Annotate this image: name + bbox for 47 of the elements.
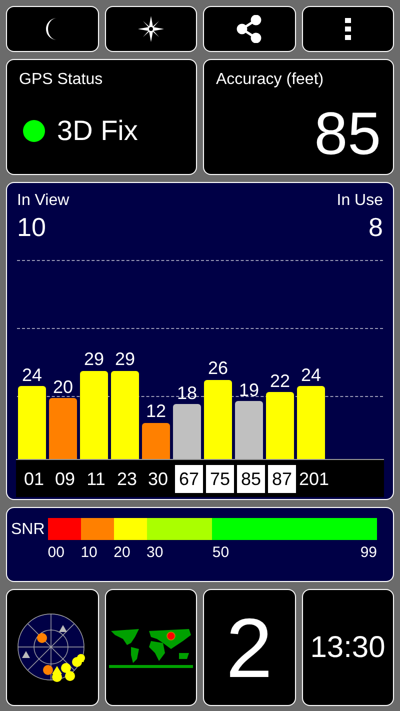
sky-plot-tile[interactable] xyxy=(6,589,98,706)
accuracy-value: 85 xyxy=(314,104,381,164)
legend-label: SNR xyxy=(11,520,45,540)
night-mode-button[interactable] xyxy=(6,6,98,52)
status-value: 3D Fix xyxy=(57,114,138,148)
snr-value: 26 xyxy=(208,357,228,380)
sky-plot-drawing xyxy=(17,612,88,682)
clock-tile[interactable]: 13:30 xyxy=(302,589,394,706)
snr-value: 24 xyxy=(22,364,42,386)
legend-tick: 99 xyxy=(360,543,377,563)
card-title: Accuracy (feet) xyxy=(216,70,325,90)
satellite-id: 30 xyxy=(146,468,170,490)
snr-value: 29 xyxy=(114,348,136,371)
snr-value: 18 xyxy=(176,382,198,404)
satellite-id: 85 xyxy=(237,464,265,492)
satellite-id: 75 xyxy=(206,464,234,492)
snr-value: 20 xyxy=(52,376,74,398)
legend-tick: 50 xyxy=(212,543,230,563)
share-button[interactable] xyxy=(203,6,296,52)
satellite-id: 01 xyxy=(22,468,46,490)
card-title: GPS Status xyxy=(19,70,104,90)
satellite-id: 09 xyxy=(54,468,76,490)
more-button[interactable] xyxy=(302,6,394,52)
legend-tick: 00 xyxy=(48,543,64,563)
legend-tick: 20 xyxy=(114,543,130,563)
satellite-id: 23 xyxy=(116,468,138,490)
legend-tick: 30 xyxy=(146,543,164,563)
satellite-id: 67 xyxy=(175,464,203,492)
snr-value: 29 xyxy=(84,348,104,371)
snr-value: 22 xyxy=(270,370,290,392)
snr-value: 12 xyxy=(146,400,166,423)
snr-value: 19 xyxy=(238,378,260,402)
more-icon xyxy=(344,18,351,40)
satellite-id: 87 xyxy=(268,464,296,492)
satellite-id: 201 xyxy=(299,468,327,490)
in-view-count: 10 xyxy=(17,211,47,244)
in-view-label: In View xyxy=(17,191,70,211)
in-use-count: 8 xyxy=(368,211,383,244)
world-map-tile[interactable] xyxy=(104,589,197,706)
satellite-id: 11 xyxy=(86,468,106,490)
compass-button[interactable] xyxy=(104,6,197,52)
in-use-label: In Use xyxy=(336,191,383,211)
share-icon xyxy=(236,15,262,43)
compass-star-icon xyxy=(138,16,164,42)
satellite-count-tile[interactable]: 2 xyxy=(203,589,296,706)
snr-value: 24 xyxy=(300,364,322,386)
legend-tick: 10 xyxy=(80,543,98,563)
